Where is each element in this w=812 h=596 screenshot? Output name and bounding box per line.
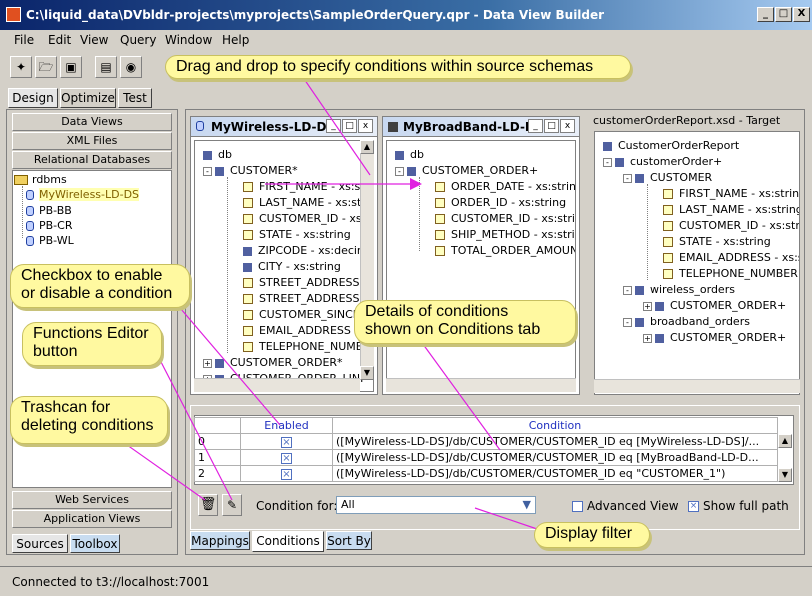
callout-functions-editor: Functions Editor button xyxy=(22,322,162,366)
annotation-line-functions xyxy=(159,359,233,501)
callout-display-filter: Display filter xyxy=(534,522,650,548)
annotation-line-details xyxy=(419,339,501,451)
annotation-line-trashcan xyxy=(119,439,206,501)
drag-arrowhead xyxy=(410,178,422,190)
annotation-line-drag xyxy=(299,72,371,176)
callout-details: Details of conditions shown on Conditions… xyxy=(354,300,576,344)
callout-checkbox: Checkbox to enable or disable a condition xyxy=(10,264,190,308)
callout-drag-drop: Drag and drop to specify conditions with… xyxy=(165,55,631,79)
annotation-line-display xyxy=(474,507,541,531)
callout-trashcan: Trashcan for deleting conditions xyxy=(10,396,168,444)
annotation-line-checkbox xyxy=(174,301,281,426)
